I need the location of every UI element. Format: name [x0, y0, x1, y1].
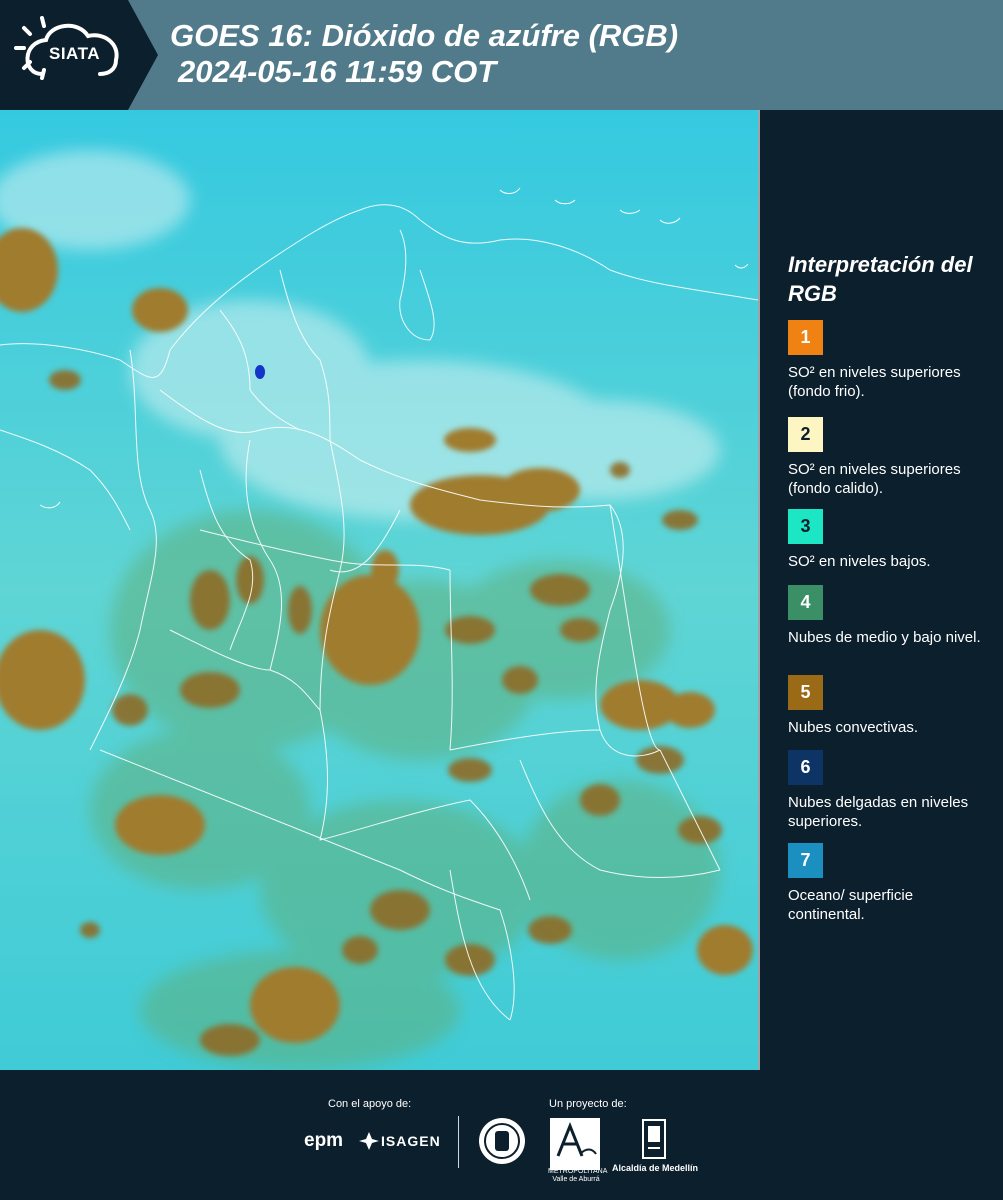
legend-label-3: SO² en niveles bajos. [788, 553, 931, 570]
legend-title: Interpretación del RGB [788, 252, 973, 306]
isagen-logo: ISAGEN [381, 1133, 441, 1149]
footer: Con el apoyo de: Un proyecto de: epm ISA… [0, 1070, 1003, 1200]
header-chevron [128, 0, 158, 110]
legend-swatch-7: 7 [788, 843, 823, 878]
siata-logo-text: SIATA [49, 44, 100, 63]
legend-label-6: Nubes delgadas en niveles superiores. [788, 794, 969, 830]
alcaldia-crest-icon [642, 1119, 666, 1159]
satellite-image [0, 110, 758, 1070]
area-metropolitana-logo [550, 1118, 600, 1170]
header-bar: SIATA GOES 16: Dióxido de azúfre (RGB) 2… [0, 0, 1003, 110]
legend-item-4: 4 Nubes de medio y bajo nivel. [788, 585, 988, 647]
project-label: Un proyecto de: [549, 1098, 627, 1110]
medellin-seal-icon [479, 1118, 525, 1164]
isagen-logo-icon [359, 1132, 379, 1150]
legend-label-4: Nubes de medio y bajo nivel. [788, 629, 981, 646]
legend-swatch-3: 3 [788, 509, 823, 544]
legend-item-6: 6 Nubes delgadas en niveles superiores. [788, 750, 988, 831]
legend-item-7: 7 Oceano/ superficie continental. [788, 843, 988, 924]
siata-logo: SIATA [0, 0, 128, 110]
epm-logo: epm [304, 1130, 344, 1151]
footer-divider [458, 1116, 459, 1168]
area-metropolitana-icon [556, 1121, 597, 1157]
area-metropolitana-text: METROPOLITANA Valle de Aburrá [548, 1168, 608, 1183]
legend-item-5: 5 Nubes convectivas. [788, 675, 988, 737]
legend-swatch-6: 6 [788, 750, 823, 785]
legend-swatch-5: 5 [788, 675, 823, 710]
legend-label-5: Nubes convectivas. [788, 719, 919, 736]
legend-item-1: 1 SO² en niveles superiores (fondo frio)… [788, 320, 988, 401]
rgb-legend: Interpretación del RGB 1 SO² en niveles … [788, 250, 988, 923]
legend-swatch-4: 4 [788, 585, 823, 620]
legend-label-2: SO² en niveles superiores (fondo calido)… [788, 461, 961, 497]
legend-label-7: Oceano/ superficie continental. [788, 887, 914, 923]
legend-item-3: 3 SO² en niveles bajos. [788, 509, 988, 571]
lake-marker [255, 365, 265, 379]
legend-label-1: SO² en niveles superiores (fondo frio). [788, 364, 961, 400]
alcaldia-medellin-logo: Alcaldía de Medellín [612, 1163, 699, 1173]
satellite-map [0, 110, 758, 1070]
support-label: Con el apoyo de: [328, 1098, 412, 1110]
legend-swatch-1: 1 [788, 320, 823, 355]
page-title: GOES 16: Dióxido de azúfre (RGB) 2024-05… [170, 18, 678, 90]
legend-swatch-2: 2 [788, 417, 823, 452]
title-product: GOES 16: Dióxido de azúfre (RGB) [170, 18, 679, 53]
title-timestamp: 2024-05-16 11:59 COT [178, 54, 497, 89]
map-border [758, 110, 760, 1070]
legend-item-2: 2 SO² en niveles superiores (fondo calid… [788, 417, 988, 498]
